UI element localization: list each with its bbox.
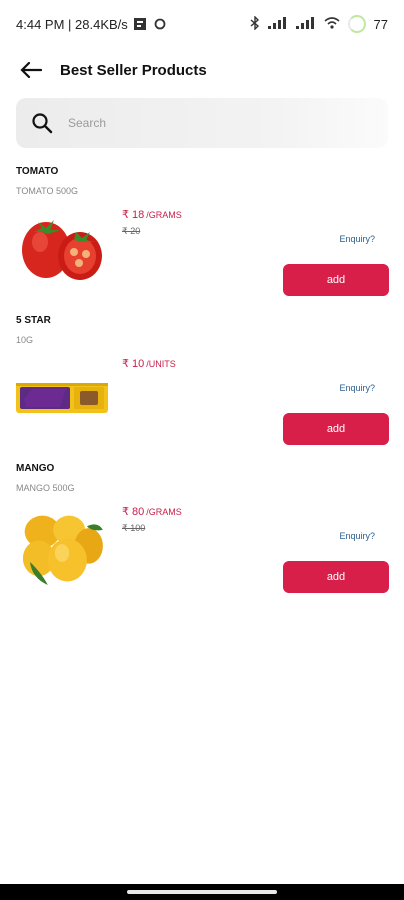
mango-icon	[22, 515, 103, 585]
enquiry-link[interactable]: Enquiry?	[339, 383, 375, 393]
price-value: ₹ 10	[122, 358, 145, 370]
product-subtitle: TOMATO 500G	[16, 186, 79, 196]
notification-icon	[133, 18, 148, 30]
add-button[interactable]: add	[283, 561, 389, 593]
product-item-5-star: 5 STAR 10G ₹ 10/UNITS Enquiry? add	[0, 315, 404, 455]
status-right: 77	[250, 14, 388, 33]
wifi-icon	[324, 16, 340, 32]
product-price: ₹ 80/GRAMS	[122, 505, 182, 518]
product-subtitle: MANGO 500G	[16, 483, 75, 493]
product-item-mango: MANGO MANGO 500G ₹ 80/GRAMS ₹ 100 Enquir…	[0, 463, 404, 603]
status-left: 4:44 PM | 28.4KB/s	[16, 17, 168, 32]
add-button[interactable]: add	[283, 413, 389, 445]
product-item-tomato: TOMATO TOMATO 500G ₹ 18/GRAMS ₹ 20 Enqui…	[0, 166, 404, 306]
product-price: ₹ 18/GRAMS	[122, 208, 182, 221]
product-name: TOMATO	[16, 166, 59, 177]
enquiry-link[interactable]: Enquiry?	[339, 234, 375, 244]
status-time-speed: 4:44 PM | 28.4KB/s	[16, 16, 128, 32]
battery-level: 77	[373, 16, 388, 32]
battery-icon	[347, 15, 366, 33]
price-value: ₹ 18	[122, 209, 145, 221]
product-name: 5 STAR	[16, 315, 51, 326]
product-name: MANGO	[16, 463, 55, 474]
product-mrp: ₹ 20	[122, 226, 141, 236]
home-indicator[interactable]	[127, 890, 277, 894]
arrow-left-icon	[20, 62, 42, 78]
status-bar: 4:44 PM | 28.4KB/s 77	[0, 0, 404, 48]
price-unit: /UNITS	[146, 359, 176, 369]
price-unit: /GRAMS	[146, 507, 182, 517]
signal-icon-2	[295, 16, 316, 32]
page-title: Best Seller Products	[60, 61, 207, 79]
product-subtitle: 10G	[16, 335, 34, 345]
chocolate-bar-icon	[16, 383, 108, 413]
product-price: ₹ 10/UNITS	[122, 357, 176, 370]
system-nav-bar	[0, 884, 404, 900]
price-value: ₹ 80	[122, 506, 145, 518]
tomato-icon	[22, 220, 102, 280]
ring-icon	[154, 18, 168, 30]
enquiry-link[interactable]: Enquiry?	[339, 531, 375, 541]
search-icon	[32, 113, 53, 134]
price-unit: /GRAMS	[146, 210, 182, 220]
app-header: Best Seller Products	[0, 50, 404, 90]
signal-icon	[267, 16, 288, 32]
back-button[interactable]	[18, 57, 44, 83]
search-bar[interactable]	[16, 98, 388, 148]
bluetooth-icon	[250, 14, 260, 33]
search-input[interactable]	[68, 116, 348, 130]
add-button[interactable]: add	[283, 264, 389, 296]
product-mrp: ₹ 100	[122, 523, 146, 533]
